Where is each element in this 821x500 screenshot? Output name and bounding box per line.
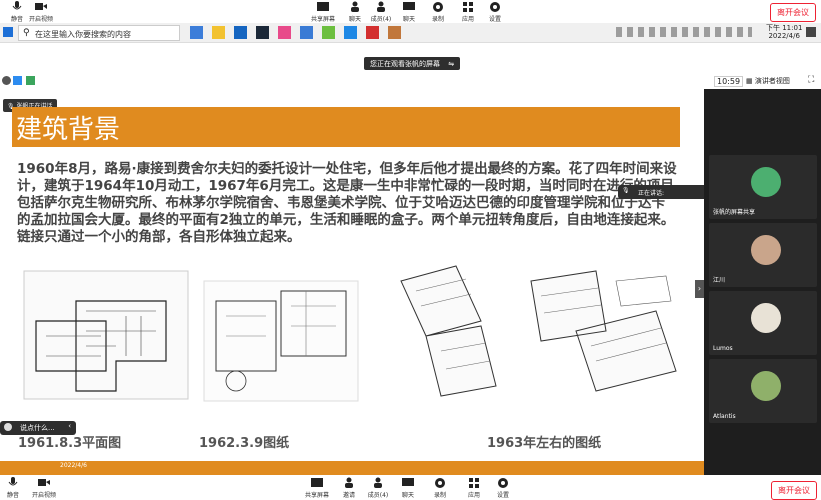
windows-taskbar: ⚲ 在这里输入你要搜索的内容 下午 11:01 2022/4/6 bbox=[0, 23, 821, 43]
clock-date: 2022/4/6 bbox=[768, 32, 800, 40]
avatar bbox=[751, 235, 781, 265]
system-tray bbox=[616, 27, 752, 37]
bottom-control-bar: 静音 开启视频 共享屏幕 邀请 成员(4) 聊天 录制 应用 设置 离开会议 bbox=[0, 475, 821, 500]
share-screen-button[interactable]: 共享屏幕 bbox=[306, 1, 340, 23]
drawing-1963-b bbox=[530, 270, 677, 392]
record-button[interactable]: 录制 bbox=[421, 1, 455, 23]
shield-icon[interactable] bbox=[13, 76, 22, 85]
drawing-1962 bbox=[203, 280, 359, 402]
people-icon bbox=[374, 477, 382, 488]
meeting-timer: 10:59 bbox=[714, 76, 744, 87]
gear-icon bbox=[490, 2, 500, 12]
windows-start-icon[interactable] bbox=[3, 27, 13, 37]
emoji-icon[interactable] bbox=[4, 423, 12, 431]
participant-name: Atlantis bbox=[713, 413, 736, 420]
taskbar-search-placeholder: 在这里输入你要搜索的内容 bbox=[35, 30, 131, 39]
person-icon bbox=[351, 1, 359, 12]
app-icon[interactable] bbox=[234, 26, 247, 39]
gallery-toggle-chevron-icon[interactable]: › bbox=[695, 280, 704, 298]
participant-name: 江川 bbox=[713, 277, 726, 284]
participant-name: Lumos bbox=[713, 345, 733, 352]
participant-tile[interactable]: 张帆的屏幕共享 bbox=[709, 155, 817, 219]
camera-icon bbox=[35, 3, 47, 10]
app-icon[interactable] bbox=[278, 26, 291, 39]
share-screen-button[interactable]: 共享屏幕 bbox=[300, 477, 334, 499]
record-icon bbox=[435, 478, 445, 488]
fullscreen-icon[interactable]: ⛶ bbox=[808, 75, 814, 85]
floor-plan-1961 bbox=[23, 270, 189, 400]
app-icon[interactable] bbox=[190, 26, 203, 39]
app-icon[interactable] bbox=[300, 26, 313, 39]
viewing-banner[interactable]: 您正在观看张帆的屏幕 ⇋ bbox=[364, 57, 461, 70]
view-options-icon[interactable]: ⇋ bbox=[448, 60, 454, 68]
settings-button[interactable]: 设置 bbox=[486, 477, 520, 499]
mute-button[interactable]: 静音 bbox=[0, 477, 30, 499]
person-icon bbox=[345, 477, 353, 488]
taskbar-search-box[interactable]: ⚲ 在这里输入你要搜索的内容 bbox=[18, 25, 180, 41]
participant-tile[interactable]: Lumos bbox=[709, 291, 817, 355]
top-control-bar: 静音 开启视频 共享屏幕 聊天 成员(4) 聊天 录制 应用 设置 离开会议 bbox=[0, 0, 821, 23]
microphone-icon bbox=[12, 1, 22, 10]
record-icon bbox=[433, 2, 443, 12]
clock-time: 下午 11:01 bbox=[766, 24, 803, 32]
app-icon[interactable] bbox=[344, 26, 357, 39]
drawing-1963-a bbox=[400, 265, 497, 397]
share-icon bbox=[311, 478, 323, 487]
collapse-chevron-icon[interactable]: ‹ bbox=[68, 422, 71, 430]
microphone-icon: 🎙 bbox=[622, 187, 630, 194]
app-icon[interactable] bbox=[256, 26, 269, 39]
app-icon[interactable] bbox=[322, 26, 335, 39]
microphone-icon bbox=[8, 477, 18, 486]
slide-title-bar: 建筑背景 bbox=[12, 107, 680, 147]
info-icon[interactable] bbox=[2, 76, 11, 85]
avatar bbox=[751, 371, 781, 401]
speaker-view-button[interactable]: ▦ 演讲者视图 bbox=[746, 76, 790, 86]
start-video-button[interactable]: 开启视频 bbox=[27, 477, 61, 499]
chat-icon bbox=[403, 2, 415, 10]
signal-icon[interactable] bbox=[26, 76, 35, 85]
app-icon[interactable] bbox=[212, 26, 225, 39]
apps-icon bbox=[469, 478, 479, 488]
status-bar: 10:59 ▦ 演讲者视图 ⛶ bbox=[0, 74, 821, 89]
leave-meeting-button[interactable]: 离开会议 bbox=[770, 3, 816, 22]
apps-icon bbox=[463, 2, 473, 12]
avatar bbox=[751, 303, 781, 333]
taskbar-app-icons bbox=[190, 26, 410, 42]
participant-gallery: 张帆的屏幕共享 江川 Lumos Atlantis bbox=[704, 89, 821, 475]
chat-button[interactable]: 聊天 bbox=[391, 477, 425, 499]
slide-footer-text: 2022/4/6 bbox=[60, 462, 87, 469]
tray-icons[interactable] bbox=[616, 27, 752, 37]
participant-tile[interactable]: 江川 bbox=[709, 223, 817, 287]
record-button[interactable]: 录制 bbox=[423, 477, 457, 499]
share-icon bbox=[317, 2, 329, 11]
start-video-button[interactable]: 开启视频 bbox=[24, 1, 58, 23]
camera-icon bbox=[38, 479, 50, 486]
app-icon[interactable] bbox=[388, 26, 401, 39]
chat-icon bbox=[402, 478, 414, 486]
chat-input-bubble[interactable]: 说点什么... ‹ bbox=[0, 421, 76, 435]
participant-name: 张帆的屏幕共享 bbox=[713, 209, 756, 216]
app-icon[interactable] bbox=[366, 26, 379, 39]
caption-1962: 1962.3.9图纸 bbox=[199, 436, 290, 451]
avatar bbox=[751, 167, 781, 197]
leave-meeting-button[interactable]: 离开会议 bbox=[771, 481, 817, 500]
shared-slide: 🎙 张帆正在讲话 建筑背景 1960年8月，路易·康接到费舍尔夫妇的委托设计一处… bbox=[0, 89, 704, 475]
caption-1963: 1963年左右的图纸 bbox=[487, 436, 602, 451]
clock[interactable]: 下午 11:01 2022/4/6 bbox=[766, 24, 802, 40]
slide-footer-bar: 2022/4/6 bbox=[0, 461, 704, 475]
slide-body: 1960年8月，路易·康接到费舍尔夫妇的委托设计一处住宅，但多年后他才提出最终的… bbox=[17, 161, 677, 245]
settings-button[interactable]: 设置 bbox=[478, 1, 512, 23]
participant-tile[interactable]: Atlantis bbox=[709, 359, 817, 423]
participants-button[interactable]: 成员(4) bbox=[361, 477, 395, 499]
notification-icon[interactable] bbox=[806, 27, 816, 37]
people-icon bbox=[377, 1, 385, 12]
slide-title: 建筑背景 bbox=[16, 115, 121, 145]
search-icon: ⚲ bbox=[23, 28, 30, 38]
gear-icon bbox=[498, 478, 508, 488]
